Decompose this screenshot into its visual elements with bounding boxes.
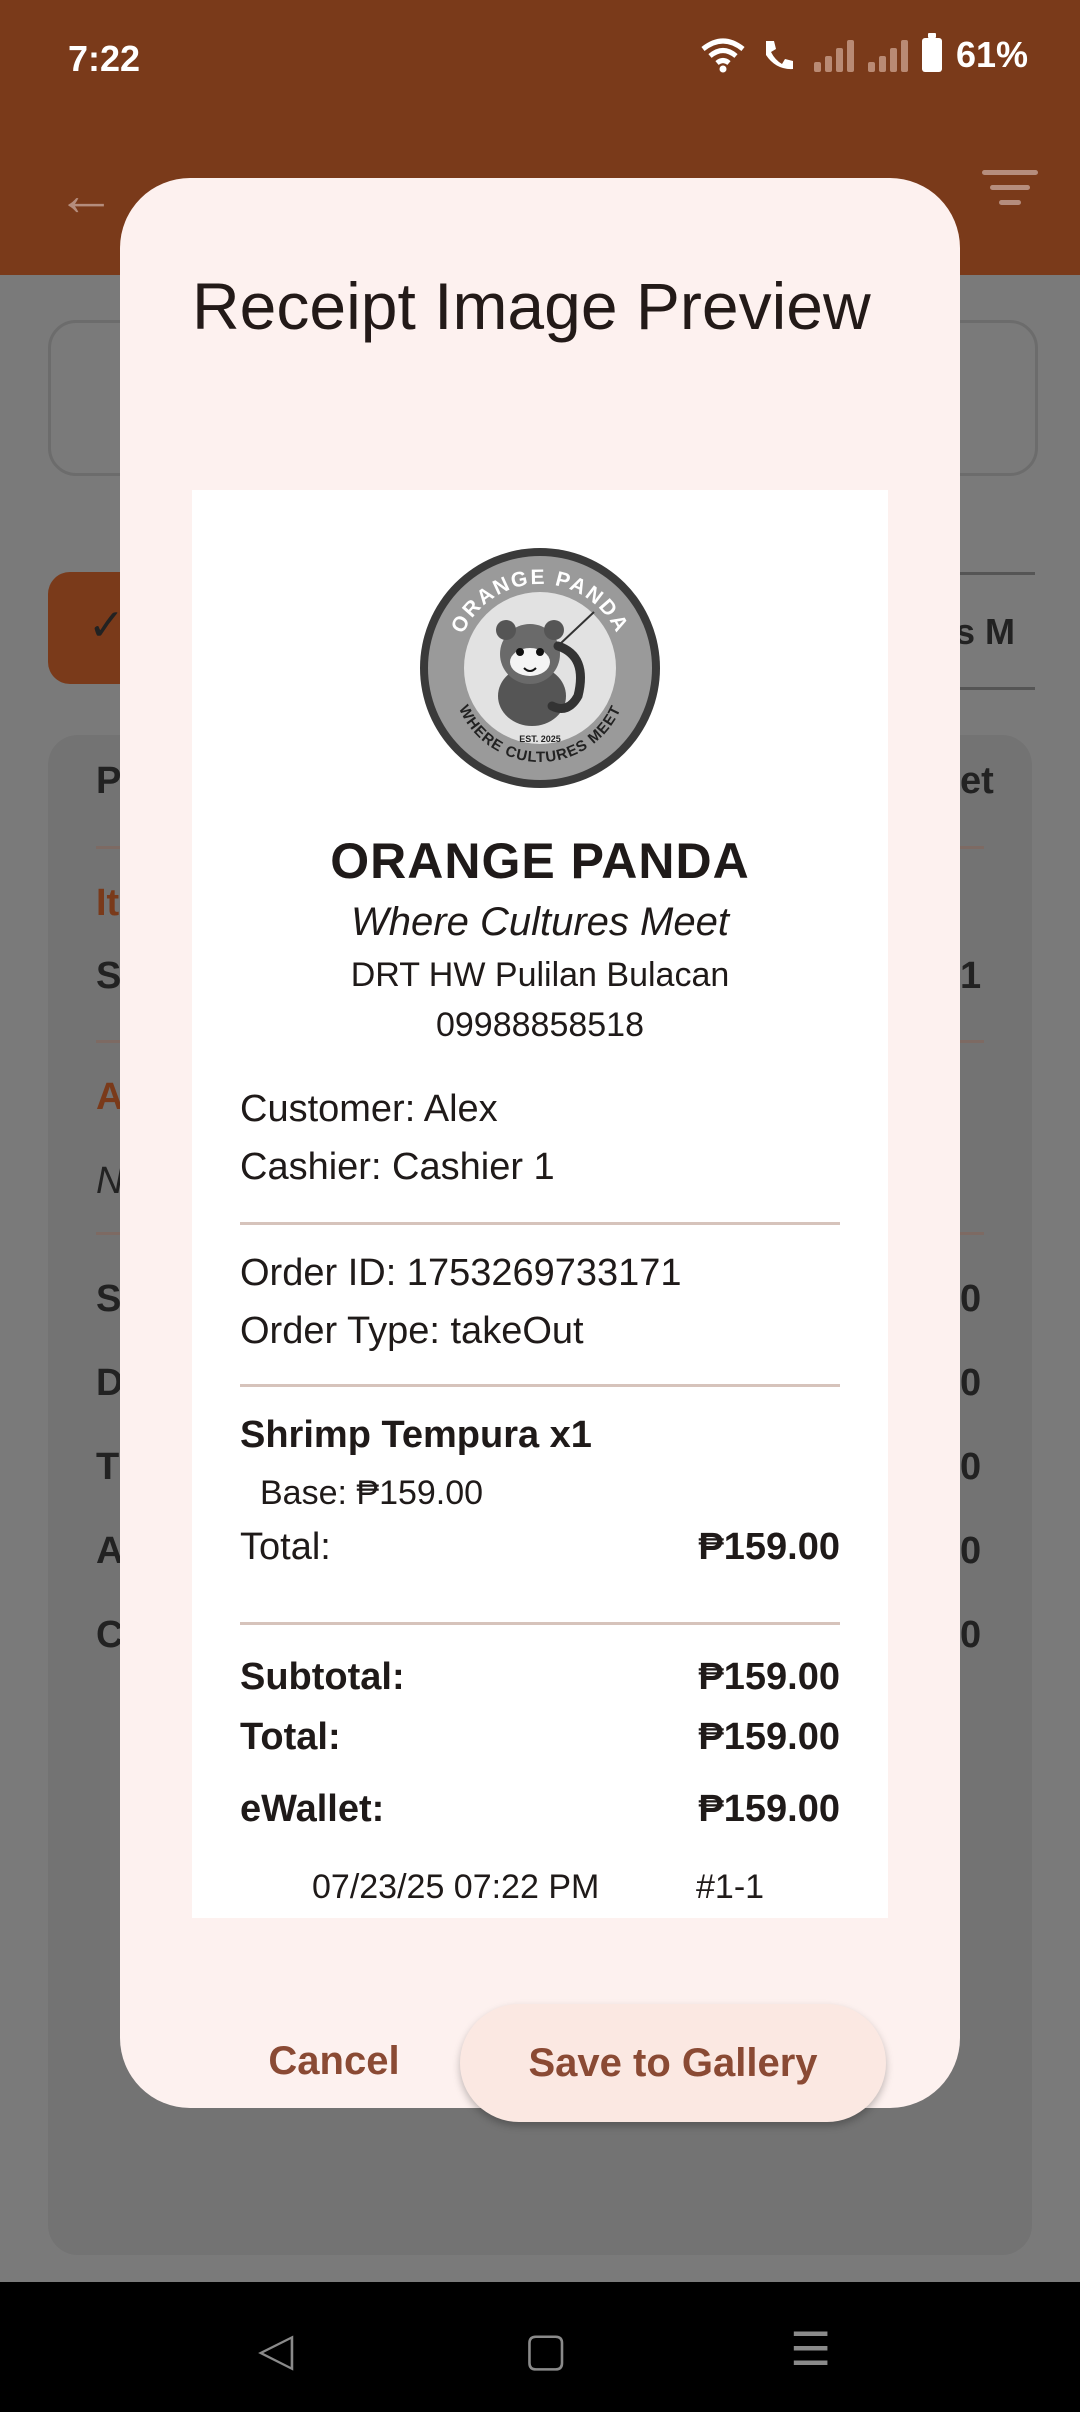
background-letter: S — [96, 955, 122, 997]
background-letter: S — [96, 1278, 122, 1320]
call-icon — [765, 41, 793, 70]
subtotal-label: Subtotal: — [240, 1656, 405, 1698]
dialog-title: Receipt Image Preview — [192, 269, 871, 343]
background-letter: 0 — [960, 1278, 982, 1320]
back-arrow-icon[interactable]: ← — [56, 160, 116, 229]
store-phone: 09988858518 — [435, 1006, 644, 1044]
background-letter: et — [960, 760, 994, 802]
order-id-line: Order ID: 1753269733171 — [240, 1252, 682, 1294]
store-address: DRT HW Pulilan Bulacan — [350, 956, 730, 994]
payment-value: ₱159.00 — [698, 1788, 840, 1830]
system-nav-bar: ◁ ▢ ☰ — [0, 2282, 1080, 2412]
store-name: ORANGE PANDA — [330, 833, 750, 889]
cashier-line: Cashier: Cashier 1 — [240, 1146, 555, 1188]
status-time: 7:22 — [68, 38, 141, 79]
signal-icon-1 — [813, 38, 854, 72]
background-letter: 0 — [960, 1530, 982, 1572]
logo-est-text: EST. 2025 — [519, 734, 561, 744]
total-value: ₱159.00 — [698, 1716, 840, 1758]
battery-icon — [921, 33, 942, 72]
signal-icon-2 — [867, 38, 908, 72]
receipt-ticket-number: #1-1 — [696, 1868, 765, 1906]
nav-recents-icon[interactable]: ☰ — [790, 2322, 831, 2376]
item-name: Shrimp Tempura x1 — [240, 1414, 592, 1456]
store-tagline: Where Cultures Meet — [351, 900, 729, 944]
background-letter: T — [96, 1446, 120, 1488]
receipt-divider — [240, 1622, 840, 1625]
receipt-preview-dialog: Receipt Image Preview ORANGE PANDA WHERE… — [120, 178, 960, 2122]
item-base-price: Base: ₱159.00 — [260, 1474, 484, 1512]
receipt-datetime: 07/23/25 07:22 PM — [312, 1868, 600, 1906]
status-icons: 61% — [700, 33, 1028, 76]
item-total-value: ₱159.00 — [698, 1526, 840, 1568]
payment-label: eWallet: — [240, 1788, 385, 1830]
item-total-row: Total: ₱159.00 — [240, 1526, 840, 1569]
receipt-image: ORANGE PANDA WHERE CULTURES MEET EST. 20… — [192, 490, 888, 1918]
total-row: Total: ₱159.00 — [240, 1716, 840, 1759]
background-letter: 1 — [960, 955, 982, 997]
status-bar: 7:22 61% — [0, 0, 1080, 120]
item-total-label: Total: — [240, 1526, 331, 1568]
receipt-divider — [240, 1222, 840, 1225]
orange-panda-logo: ORANGE PANDA WHERE CULTURES MEET EST. 20… — [420, 548, 660, 788]
total-label: Total: — [240, 1716, 341, 1758]
background-letter: 0 — [960, 1362, 982, 1404]
background-letter: 0 — [960, 1614, 982, 1656]
save-to-gallery-button[interactable]: Save to Gallery — [460, 2004, 886, 2122]
background-letter: P — [96, 760, 122, 802]
nav-home-icon[interactable]: ▢ — [524, 2322, 567, 2376]
background-letter: 0 — [960, 1446, 982, 1488]
subtotal-row: Subtotal: ₱159.00 — [240, 1656, 840, 1699]
nav-back-icon[interactable]: ◁ — [258, 2322, 293, 2376]
battery-percent: 61% — [955, 34, 1028, 75]
cancel-button[interactable]: Cancel — [244, 2026, 424, 2096]
background-letter: It — [96, 882, 120, 924]
payment-row: eWallet: ₱159.00 — [240, 1788, 840, 1831]
wifi-icon — [701, 38, 745, 73]
subtotal-value: ₱159.00 — [698, 1656, 840, 1698]
order-type-line: Order Type: takeOut — [240, 1310, 584, 1352]
customer-line: Customer: Alex — [240, 1088, 498, 1130]
receipt-divider — [240, 1384, 840, 1387]
filter-icon[interactable] — [980, 170, 1040, 215]
